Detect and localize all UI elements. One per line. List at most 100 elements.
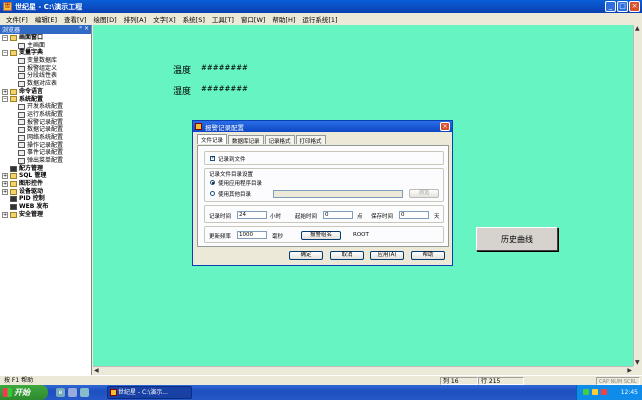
record-time-input[interactable]: 24 [237, 211, 267, 219]
page-icon [18, 57, 25, 64]
help-button[interactable]: 帮助 [411, 251, 445, 260]
collapse-icon[interactable]: − [2, 34, 8, 41]
expand-icon[interactable]: + [2, 188, 8, 195]
tree-item[interactable]: + 设备驱动 [0, 188, 91, 196]
tree-item-label: 图形控件 [19, 180, 44, 188]
collapse-icon[interactable]: − [2, 96, 8, 103]
status-keys: CAP NUM SCRL [596, 377, 640, 385]
page-icon [18, 142, 25, 149]
scroll-down-icon[interactable]: ▼ [635, 359, 640, 366]
tree-item-label: 网络系统配置 [27, 133, 64, 141]
tree-item[interactable]: 分段线性表 [0, 72, 91, 80]
menu-help[interactable]: 帮助[H] [272, 14, 295, 24]
folder-icon [10, 34, 17, 41]
scroll-right-icon[interactable]: ▶ [627, 367, 632, 374]
expand-icon[interactable]: + [2, 180, 8, 187]
tab-database-record[interactable]: 数据库记录 [228, 135, 264, 145]
start-time-input[interactable]: 0 [323, 211, 353, 219]
tray-security-icon[interactable] [601, 389, 607, 395]
close-button[interactable]: × [629, 1, 640, 12]
menu-window[interactable]: 窗口[W] [241, 14, 266, 24]
tree-item[interactable]: 开发系统配置 [0, 103, 91, 111]
media-icon[interactable] [80, 388, 89, 397]
windows-flag-icon [3, 388, 12, 397]
history-curve-button[interactable]: 历史曲线 [476, 227, 558, 251]
taskbar-app-button[interactable]: 世纪星 - C:\演示... [107, 386, 192, 399]
tree-item[interactable]: + 命令语言 [0, 88, 91, 96]
tree-item[interactable]: + 安全管理 [0, 211, 91, 219]
tree-item-label: 变量数据库 [27, 57, 58, 65]
cancel-button[interactable]: 取消 [330, 251, 364, 260]
tab-print-format[interactable]: 打印格式 [295, 135, 326, 145]
quicklaunch-icon[interactable] [68, 388, 77, 397]
expand-icon[interactable]: + [2, 173, 8, 180]
menu-view[interactable]: 查看[V] [64, 14, 87, 24]
clock: 12:45 [620, 389, 638, 396]
menu-text[interactable]: 文字[X] [153, 14, 176, 24]
tree-item[interactable]: 主画面 [0, 42, 91, 50]
minimize-button[interactable]: _ [605, 1, 616, 12]
tree-item[interactable]: + SQL 管理 [0, 172, 91, 180]
page-icon [18, 134, 25, 141]
collapse-icon[interactable]: − [2, 50, 8, 57]
apply-button[interactable]: 应用(A) [370, 251, 404, 260]
tree-item[interactable]: PID 控制 [0, 195, 91, 203]
keep-time-input[interactable]: 0 [399, 211, 429, 219]
refresh-input[interactable]: 1000 [237, 231, 267, 239]
dialog-tabs: 文件记录 数据库记录 记录格式 打印格式 [197, 134, 327, 145]
expand-icon[interactable]: + [2, 211, 8, 218]
page-icon [18, 80, 25, 87]
ok-button[interactable]: 确定 [289, 251, 323, 260]
tree-item[interactable]: − 变量字典 [0, 49, 91, 57]
page-icon [18, 127, 25, 134]
browser-panel-header: 浏览器 ᵖ × [0, 25, 91, 34]
tree-item-label: 数据记录配置 [27, 126, 64, 134]
ie-icon[interactable]: e [56, 388, 65, 397]
menu-arrange[interactable]: 排列[A] [124, 14, 147, 24]
menu-edit[interactable]: 编辑[E] [35, 14, 57, 24]
tree-item[interactable]: 变量数据库 [0, 57, 91, 65]
tree-item[interactable]: + 图形控件 [0, 180, 91, 188]
tree-item[interactable]: 网络系统配置 [0, 134, 91, 142]
menu-tools[interactable]: 工具[T] [212, 14, 234, 24]
browse-button[interactable]: 浏览 [409, 189, 439, 198]
page-icon [18, 150, 25, 157]
tree-item[interactable]: WEB 发布 [0, 203, 91, 211]
menu-system[interactable]: 系统[S] [183, 14, 205, 24]
use-app-dir-label: 使用应用程序目录 [218, 181, 263, 187]
point-unit: 点 [357, 214, 363, 220]
use-other-dir-radio[interactable] [210, 191, 215, 196]
tree-item[interactable]: 数据记录配置 [0, 126, 91, 134]
tree-item[interactable]: − 画面窗口 [0, 34, 91, 42]
tree-item[interactable]: 运行系统配置 [0, 111, 91, 119]
vertical-scrollbar[interactable]: ▲ ▼ [633, 25, 642, 366]
menu-file[interactable]: 文件[F] [6, 14, 28, 24]
tray-network-icon[interactable] [583, 389, 589, 395]
tree-item[interactable]: 弹出菜单配置 [0, 157, 91, 165]
use-app-dir-radio[interactable] [210, 180, 215, 185]
menu-draw[interactable]: 绘图[D] [94, 14, 117, 24]
tray-volume-icon[interactable] [592, 389, 598, 395]
record-to-file-label: 记录到文件 [218, 157, 246, 163]
alarm-group-button[interactable]: 报警组名 [301, 231, 341, 240]
other-dir-input[interactable] [273, 190, 403, 198]
dialog-icon [195, 123, 202, 130]
record-to-file-checkbox[interactable]: ✓ [210, 156, 215, 161]
pin-icon[interactable]: ᵖ × [79, 25, 89, 32]
tree-item[interactable]: 事件记录配置 [0, 149, 91, 157]
dialog-close-button[interactable]: × [440, 122, 450, 131]
tree-item[interactable]: 数据对应表 [0, 80, 91, 88]
tab-file-record[interactable]: 文件记录 [197, 134, 228, 144]
scroll-up-icon[interactable]: ▲ [635, 25, 640, 32]
expand-icon[interactable]: + [2, 88, 8, 95]
scroll-left-icon[interactable]: ◀ [94, 367, 99, 374]
maximize-button[interactable]: □ [617, 1, 628, 12]
menu-run[interactable]: 运行系统[1] [302, 14, 337, 24]
tab-record-format[interactable]: 记录格式 [264, 135, 295, 145]
horizontal-scrollbar[interactable]: ◀ ▶ [93, 366, 633, 375]
start-button[interactable]: 开始 [0, 385, 48, 400]
